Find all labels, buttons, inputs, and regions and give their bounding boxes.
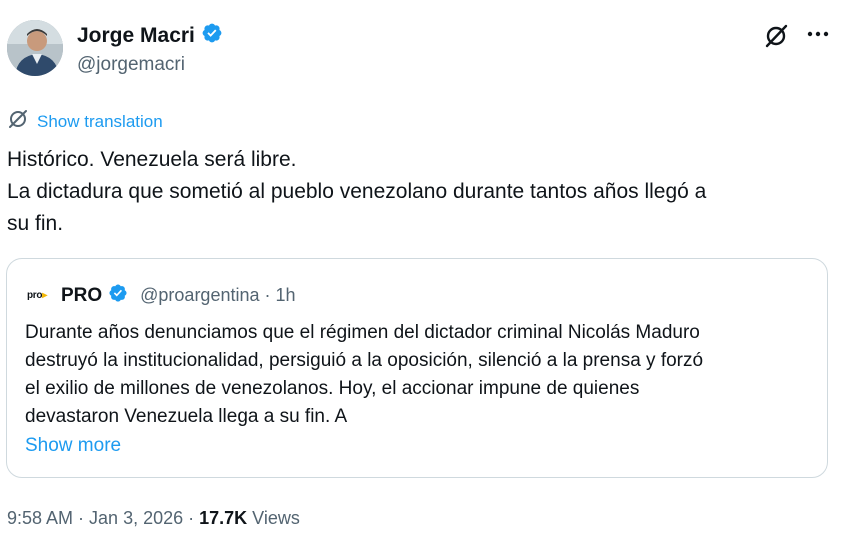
tweet-line: su fin. [7,212,64,235]
more-icon[interactable] [806,24,830,47]
views-count: 17.7K [199,508,248,528]
show-more-link[interactable]: Show more [25,435,121,457]
quoted-line: Durante años denunciamos que el régimen … [25,322,700,343]
author-name[interactable]: Jorge Macri [77,24,195,48]
quoted-line: destruyó la institucionalidad, persiguió… [25,350,704,371]
translate-icon [7,108,29,135]
tweet-line: Histórico. Venezuela será libre. [7,148,297,171]
views-label: Views [247,508,300,528]
show-translation-link[interactable]: Show translation [7,108,163,135]
avatar[interactable] [7,20,63,76]
grok-icon[interactable] [763,23,789,49]
quoted-line: el exilio de millones de venezolanos. Ho… [25,378,640,399]
separator: · [73,508,90,528]
tweet-date[interactable]: Jan 3, 2026 [89,508,183,529]
author-name-row: Jorge Macri [77,22,223,49]
quoted-author-handle-time: @proargentina · 1h [140,285,296,305]
author-handle[interactable]: @jorgemacri [77,54,185,76]
tweet-text: Histórico. Venezuela será libre. La dict… [7,144,852,240]
tweet-line: La dictadura que sometió al pueblo venez… [7,180,707,203]
quoted-author-name: PRO [60,284,103,306]
pro-logo: pro▸ [27,290,47,301]
quoted-tweet-text: Durante años denunciamos que el régimen … [25,319,815,431]
tweet-time[interactable]: 9:58 AM [7,508,73,529]
avatar-image [7,20,63,76]
quoted-line: devastaron Venezuela llega a su fin. A [25,406,348,427]
verified-badge-icon [108,283,128,308]
quoted-tweet-header: pro▸ PRO @proargentina · 1h [27,283,296,308]
tweet-meta: 9:58 AM · Jan 3, 2026 · 17.7K Views [7,508,300,529]
show-translation-label: Show translation [37,111,163,131]
verified-badge-icon [201,22,223,49]
quoted-tweet[interactable]: pro▸ PRO @proargentina · 1h Durante años… [6,258,828,478]
separator: · [183,508,200,528]
